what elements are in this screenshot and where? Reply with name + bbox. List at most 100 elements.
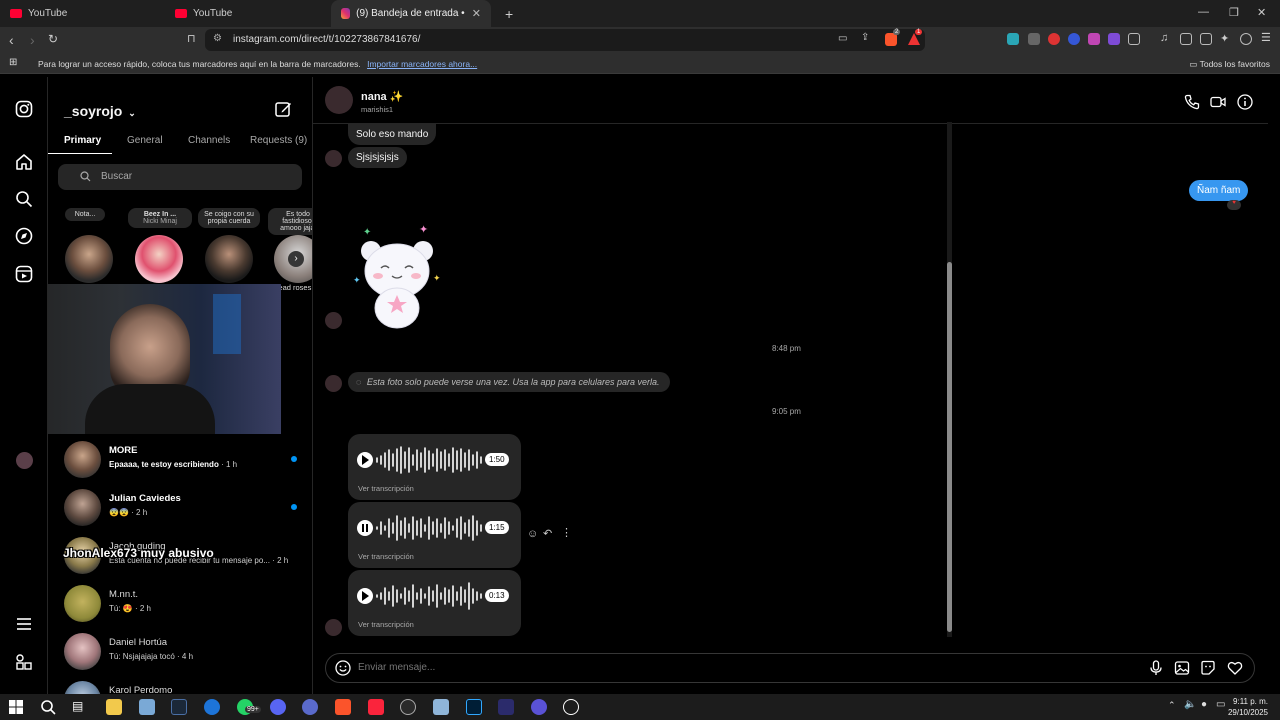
conversation-item[interactable]: Karol Perdomo	[48, 675, 312, 694]
note-avatar[interactable]	[65, 235, 113, 283]
bear-sticker[interactable]: ✦ ✦ ✦ ✦	[351, 223, 447, 333]
heart-reaction-icon[interactable]: ♥	[1227, 200, 1241, 210]
sticker-icon[interactable]	[1200, 660, 1216, 676]
app-icon[interactable]	[302, 699, 318, 715]
reload-icon[interactable]: ↻	[48, 32, 58, 46]
extension-icon[interactable]	[1088, 33, 1100, 45]
note-bubble[interactable]: Es todo fastidioso, amooo jajaj	[268, 208, 312, 235]
tab-channels[interactable]: Channels	[188, 135, 230, 146]
video-call-icon[interactable]	[1210, 94, 1226, 110]
new-tab-button[interactable]: +	[495, 0, 523, 27]
microphone-icon[interactable]	[1148, 660, 1164, 676]
play-button[interactable]	[357, 588, 373, 604]
leo-ai-icon[interactable]: ✦	[1220, 32, 1232, 45]
microphone-tray-icon[interactable]: ●	[1201, 699, 1207, 710]
volume-icon[interactable]: 🔈	[1184, 699, 1196, 710]
sidebar-icon[interactable]	[1180, 33, 1192, 45]
waveform[interactable]	[375, 581, 483, 611]
heart-icon[interactable]	[1227, 660, 1243, 676]
task-view-icon[interactable]: ▤	[72, 699, 88, 715]
search-input[interactable]: Buscar	[58, 164, 302, 190]
minimize-icon[interactable]: —	[1198, 6, 1209, 18]
message-input[interactable]	[358, 662, 1058, 673]
app-icon[interactable]	[433, 699, 449, 715]
music-icon[interactable]	[368, 699, 384, 715]
bookmark-icon[interactable]: ⊓	[187, 32, 196, 45]
conversation-item[interactable]: MORE Epaaaa, te estoy escribiendo · 1 h	[48, 435, 312, 483]
all-bookmarks-button[interactable]: ▭ Todos los favoritos	[1189, 59, 1270, 70]
photoshop-icon[interactable]	[466, 699, 482, 715]
extension-icon[interactable]	[1048, 33, 1060, 45]
chatgpt-icon[interactable]	[563, 699, 579, 715]
url-field[interactable]: ⚙ instagram.com/direct/t/102273867841676…	[205, 29, 925, 51]
view-transcript-link[interactable]: Ver transcripción	[358, 620, 414, 629]
site-settings-icon[interactable]: ⚙	[213, 33, 222, 44]
tab-youtube-1[interactable]: YouTube	[0, 0, 165, 27]
note-bubble[interactable]: Se coigo con su propia cuerda	[198, 208, 260, 228]
image-icon[interactable]	[1174, 660, 1190, 676]
view-transcript-link[interactable]: Ver transcripción	[358, 552, 414, 561]
reply-icon[interactable]: ↶	[543, 527, 552, 540]
note-avatar[interactable]	[205, 235, 253, 283]
more-options-icon[interactable]: ⋮	[561, 526, 572, 539]
file-explorer-icon[interactable]	[106, 699, 122, 715]
import-bookmarks-link[interactable]: Importar marcadores ahora...	[367, 59, 477, 69]
tab-general[interactable]: General	[127, 135, 163, 146]
info-icon[interactable]	[1237, 94, 1253, 110]
pause-button[interactable]	[357, 520, 373, 536]
phone-call-icon[interactable]	[1184, 94, 1200, 110]
brave-browser-icon[interactable]	[335, 699, 351, 715]
search-icon[interactable]	[40, 699, 56, 715]
tab-youtube-2[interactable]: YouTube	[165, 0, 330, 27]
message-bubble[interactable]: Solo eso mando	[348, 124, 437, 145]
waveform[interactable]	[375, 513, 483, 543]
close-window-icon[interactable]: ✕	[1257, 6, 1266, 19]
note-bubble[interactable]: Beez In ... Nicki Minaj	[128, 208, 192, 228]
close-icon[interactable]: ✕	[472, 7, 481, 20]
also-from-meta-icon[interactable]	[15, 653, 33, 671]
message-bubble[interactable]: Sjsjsjsjsjs	[348, 147, 407, 168]
extension-icon[interactable]	[1068, 33, 1080, 45]
scrollbar-thumb[interactable]	[947, 262, 952, 632]
more-menu-icon[interactable]	[15, 615, 33, 633]
conversation-item[interactable]: M.nn.t. Tú: 😍 · 2 h	[48, 579, 312, 627]
play-button[interactable]	[357, 452, 373, 468]
wallet-icon[interactable]	[1200, 33, 1212, 45]
note-avatar[interactable]	[135, 235, 183, 283]
cast-icon[interactable]: ▭	[838, 33, 847, 44]
chat-scrollbar[interactable]	[947, 122, 952, 637]
avatar[interactable]	[325, 86, 353, 114]
extension-icon[interactable]	[1028, 33, 1040, 45]
compose-message-icon[interactable]	[275, 101, 292, 118]
app-icon[interactable]	[204, 699, 220, 715]
restore-icon[interactable]: ❐	[1229, 6, 1239, 19]
chevron-right-icon[interactable]: ›	[288, 251, 304, 267]
own-message-bubble[interactable]: Ñam ñam	[1189, 180, 1249, 201]
view-once-photo-notice[interactable]: ◌ Esta foto solo puede verse una vez. Us…	[348, 372, 670, 392]
tab-requests[interactable]: Requests (9)	[250, 135, 307, 146]
media-icon[interactable]: ♫	[1160, 32, 1172, 44]
extensions-menu-icon[interactable]	[1128, 33, 1140, 45]
note-bubble[interactable]: Nota...	[65, 208, 105, 221]
obs-icon[interactable]	[400, 699, 416, 715]
app-icon[interactable]	[531, 699, 547, 715]
home-icon[interactable]	[15, 153, 33, 171]
instagram-logo-icon[interactable]	[15, 100, 33, 118]
tray-overflow-icon[interactable]: ⌃	[1168, 700, 1176, 711]
conversation-item[interactable]: Julian Caviedes 😨😨 · 2 h	[48, 483, 312, 531]
tab-instagram[interactable]: (9) Bandeja de entrada • Chat ✕	[331, 0, 491, 27]
vpn-icon[interactable]	[1240, 33, 1252, 45]
network-icon[interactable]: ▭	[1216, 699, 1225, 710]
media-encoder-icon[interactable]	[498, 699, 514, 715]
explore-icon[interactable]	[15, 227, 33, 245]
extension-icon[interactable]	[1108, 33, 1120, 45]
forward-icon[interactable]: ›	[30, 32, 35, 48]
menu-icon[interactable]: ☰	[1261, 31, 1273, 44]
view-transcript-link[interactable]: Ver transcripción	[358, 484, 414, 493]
apps-grid-icon[interactable]: ⊞	[9, 57, 17, 68]
discord-icon[interactable]	[270, 699, 286, 715]
conversation-item[interactable]: Daniel Hortúa Tú: Nsjajajaja tocó · 4 h	[48, 627, 312, 675]
waveform[interactable]	[375, 445, 483, 475]
steam-icon[interactable]	[171, 699, 187, 715]
search-icon[interactable]	[15, 190, 33, 208]
